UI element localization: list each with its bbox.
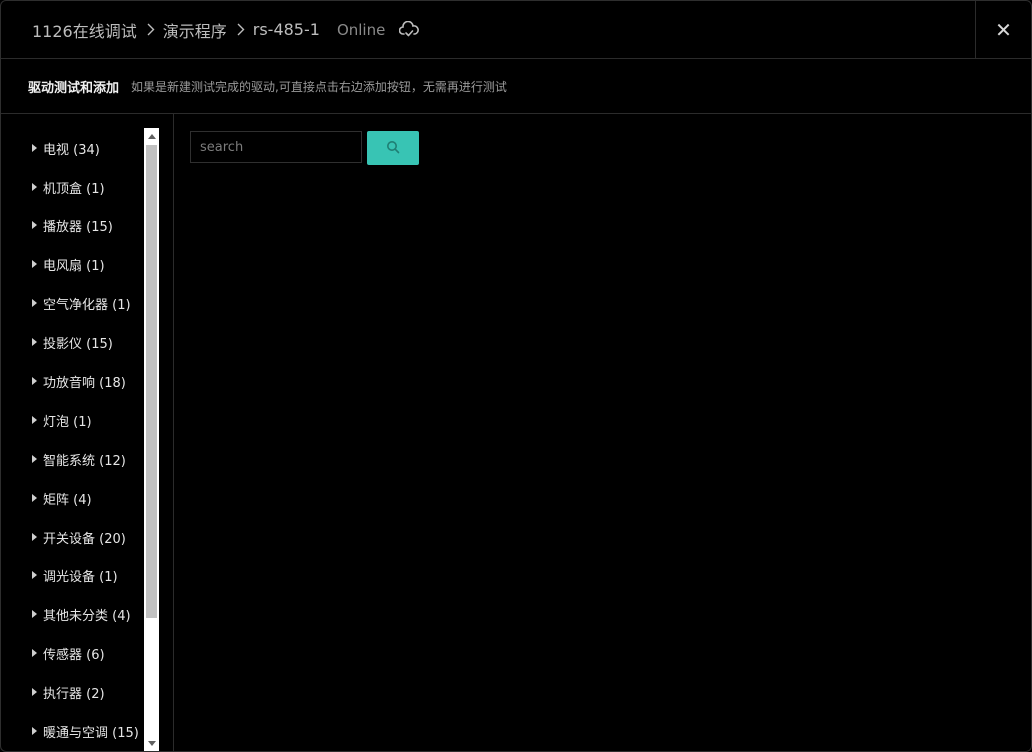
tree-item-label[interactable]: 电风扇 (1) <box>43 255 105 274</box>
scroll-up-arrow-icon[interactable] <box>144 128 159 144</box>
tree-item-other[interactable]: 其他未分类 (4) <box>32 604 131 624</box>
close-button[interactable]: ✕ <box>975 1 1031 58</box>
section-header: 驱动测试和添加 如果是新建测试完成的驱动,可直接点击右边添加按钮，无需再进行测试 <box>1 59 1031 114</box>
breadcrumb-item-device[interactable]: 1126在线调试 <box>32 18 137 42</box>
tree-item-label[interactable]: 空气净化器 (1) <box>43 294 131 313</box>
search-input[interactable] <box>190 131 362 163</box>
tree-item-label[interactable]: 执行器 (2) <box>43 683 105 702</box>
search-icon[interactable] <box>386 140 400 157</box>
tree-item-label[interactable]: 投影仪 (15) <box>43 333 113 352</box>
tree-item-label[interactable]: 功放音响 (18) <box>43 372 126 391</box>
close-icon[interactable]: ✕ <box>995 20 1012 40</box>
caret-right-icon[interactable] <box>32 571 37 579</box>
tree-item-projector[interactable]: 投影仪 (15) <box>32 332 113 352</box>
tree-item-switch[interactable]: 开关设备 (20) <box>32 527 126 547</box>
tree-item-label[interactable]: 调光设备 (1) <box>43 566 118 585</box>
tree-item-fan[interactable]: 电风扇 (1) <box>32 254 105 274</box>
tree-item-label[interactable]: 电视 (34) <box>43 139 100 158</box>
tree-item-label[interactable]: 灯泡 (1) <box>43 411 92 430</box>
caret-right-icon[interactable] <box>32 455 37 463</box>
tree-item-matrix[interactable]: 矩阵 (4) <box>32 488 92 508</box>
tree-item-label[interactable]: 机顶盒 (1) <box>43 178 105 197</box>
tree-item-label[interactable]: 其他未分类 (4) <box>43 605 131 624</box>
tree-item-label[interactable]: 矩阵 (4) <box>43 489 92 508</box>
dialog-header: 1126在线调试 演示程序 rs-485-1 Online ✕ <box>1 1 1031 59</box>
tree-item-smart-system[interactable]: 智能系统 (12) <box>32 449 126 469</box>
sidebar-scrollbar[interactable] <box>144 128 159 751</box>
section-title: 驱动测试和添加 <box>28 80 120 96</box>
caret-right-icon[interactable] <box>32 610 37 618</box>
tree-item-label[interactable]: 播放器 (15) <box>43 216 113 235</box>
tree-item-amplifier[interactable]: 功放音响 (18) <box>32 371 126 391</box>
caret-right-icon[interactable] <box>32 299 37 307</box>
tree-item-label[interactable]: 传感器 (6) <box>43 644 105 663</box>
tree-item-bulb[interactable]: 灯泡 (1) <box>32 410 92 430</box>
tree-item-player[interactable]: 播放器 (15) <box>32 215 113 235</box>
tree-item-label[interactable]: 智能系统 (12) <box>43 450 126 469</box>
chevron-right-icon <box>147 23 155 36</box>
tree-item-hvac[interactable]: 暖通与空调 (15) <box>32 721 139 741</box>
cloud-check-icon <box>399 20 420 39</box>
caret-right-icon[interactable] <box>32 338 37 346</box>
caret-right-icon[interactable] <box>32 377 37 385</box>
caret-right-icon[interactable] <box>32 221 37 229</box>
caret-right-icon[interactable] <box>32 688 37 696</box>
category-tree: 电视 (34) 机顶盒 (1) 播放器 (15) 电风扇 (1) 空气净化器 (… <box>1 114 141 751</box>
caret-right-icon[interactable] <box>32 416 37 424</box>
search-button[interactable] <box>367 131 419 165</box>
tree-item-air-purifier[interactable]: 空气净化器 (1) <box>32 293 131 313</box>
tree-item-set-top-box[interactable]: 机顶盒 (1) <box>32 177 105 197</box>
tree-item-actuator[interactable]: 执行器 (2) <box>32 682 105 702</box>
breadcrumb-item-port: rs-485-1 <box>252 20 320 39</box>
scroll-down-arrow-icon[interactable] <box>144 735 159 751</box>
tree-item-label[interactable]: 暖通与空调 (15) <box>43 722 139 741</box>
breadcrumb: 1126在线调试 演示程序 rs-485-1 Online <box>32 1 420 58</box>
debug-dialog: 1126在线调试 演示程序 rs-485-1 Online ✕ 驱动测试和添加 … <box>0 0 1032 752</box>
tree-item-tv[interactable]: 电视 (34) <box>32 138 100 158</box>
chevron-right-icon <box>237 23 245 36</box>
caret-right-icon[interactable] <box>32 649 37 657</box>
section-hint: 如果是新建测试完成的驱动,可直接点击右边添加按钮，无需再进行测试 <box>131 79 507 94</box>
connection-status: Online <box>336 20 386 39</box>
tree-item-dimmer[interactable]: 调光设备 (1) <box>32 565 118 585</box>
tree-item-sensor[interactable]: 传感器 (6) <box>32 643 105 663</box>
caret-right-icon[interactable] <box>32 183 37 191</box>
scrollbar-thumb[interactable] <box>146 145 157 618</box>
caret-right-icon[interactable] <box>32 533 37 541</box>
caret-right-icon[interactable] <box>32 494 37 502</box>
caret-right-icon[interactable] <box>32 260 37 268</box>
breadcrumb-item-program[interactable]: 演示程序 <box>163 18 227 42</box>
tree-item-label[interactable]: 开关设备 (20) <box>43 528 126 547</box>
category-sidebar: 电视 (34) 机顶盒 (1) 播放器 (15) 电风扇 (1) 空气净化器 (… <box>1 114 174 751</box>
caret-right-icon[interactable] <box>32 727 37 735</box>
caret-right-icon[interactable] <box>32 144 37 152</box>
